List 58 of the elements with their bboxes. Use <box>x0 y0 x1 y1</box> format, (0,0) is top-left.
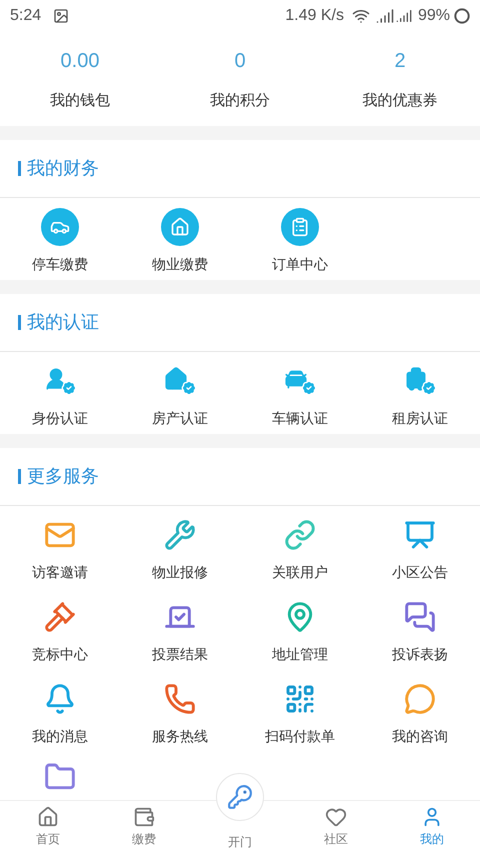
service-label[interactable]: 房产认证 <box>152 408 208 429</box>
gavel-icon <box>44 601 76 633</box>
stat-label[interactable]: 我的优惠券 <box>362 90 438 112</box>
section-accent-bar <box>18 469 21 484</box>
house-check-icon <box>163 366 197 396</box>
nav-tab[interactable]: 缴费 <box>96 801 192 853</box>
chat-bubble-icon <box>404 683 436 715</box>
battery-level: 99% <box>418 6 450 26</box>
wallet-icon <box>133 806 155 828</box>
status-time: 5:24 <box>10 6 42 26</box>
qr-code-icon <box>284 683 316 715</box>
house-icon <box>161 208 199 246</box>
section-title: 更多服务 <box>27 465 99 488</box>
key-icon <box>227 784 253 810</box>
car-icon <box>41 208 79 246</box>
service-label[interactable]: 关联用户 <box>272 562 328 583</box>
bell-icon <box>44 683 76 715</box>
nav-tab[interactable]: 我的 <box>384 801 480 853</box>
service-label[interactable]: 我的消息 <box>32 726 88 747</box>
signal-icon <box>396 8 412 24</box>
service-label[interactable]: 租房认证 <box>392 408 448 429</box>
service-label[interactable]: 停车缴费 <box>32 254 88 275</box>
service-label[interactable]: 物业缴费 <box>152 254 208 275</box>
link-icon <box>284 519 316 551</box>
service-label[interactable]: 小区公告 <box>392 562 448 583</box>
door-open-tab[interactable]: 开门 <box>228 833 252 853</box>
service-label[interactable]: 地址管理 <box>272 644 328 665</box>
service-label[interactable]: 竞标中心 <box>32 644 88 665</box>
nav-tab[interactable]: 社区 <box>288 801 384 853</box>
section-title: 我的认证 <box>27 311 99 334</box>
key-button[interactable] <box>216 773 264 821</box>
nav-tab[interactable]: 首页 <box>0 801 96 853</box>
heart-icon <box>325 806 347 828</box>
section-accent-bar <box>18 161 21 176</box>
service-label[interactable]: 扫码付款单 <box>265 726 335 747</box>
wifi-icon <box>352 7 370 25</box>
notice-board-icon <box>404 519 436 551</box>
service-label[interactable]: 我的咨询 <box>392 726 448 747</box>
service-label[interactable]: 身份认证 <box>32 408 88 429</box>
service-label[interactable]: 物业报修 <box>152 562 208 583</box>
clipboard-icon <box>281 208 319 246</box>
house-icon <box>37 806 59 828</box>
section-accent-bar <box>18 315 21 330</box>
service-label[interactable]: 投诉表扬 <box>392 644 448 665</box>
image-icon <box>53 8 70 24</box>
service-label[interactable]: 访客邀请 <box>32 562 88 583</box>
signal-icon <box>376 7 394 25</box>
stat-label[interactable]: 我的钱包 <box>50 90 110 112</box>
service-label[interactable]: 车辆认证 <box>272 408 328 429</box>
service-label[interactable]: 服务热线 <box>152 726 208 747</box>
section-title: 我的财务 <box>27 157 99 180</box>
phone-icon <box>164 683 196 715</box>
chat-bubbles-icon <box>404 601 436 633</box>
service-label[interactable]: 订单中心 <box>272 254 328 275</box>
stat-label[interactable]: 我的积分 <box>210 90 270 112</box>
battery-icon <box>454 8 470 24</box>
service-label[interactable]: 投票结果 <box>152 644 208 665</box>
network-speed: 1.49 K/s <box>285 6 344 26</box>
